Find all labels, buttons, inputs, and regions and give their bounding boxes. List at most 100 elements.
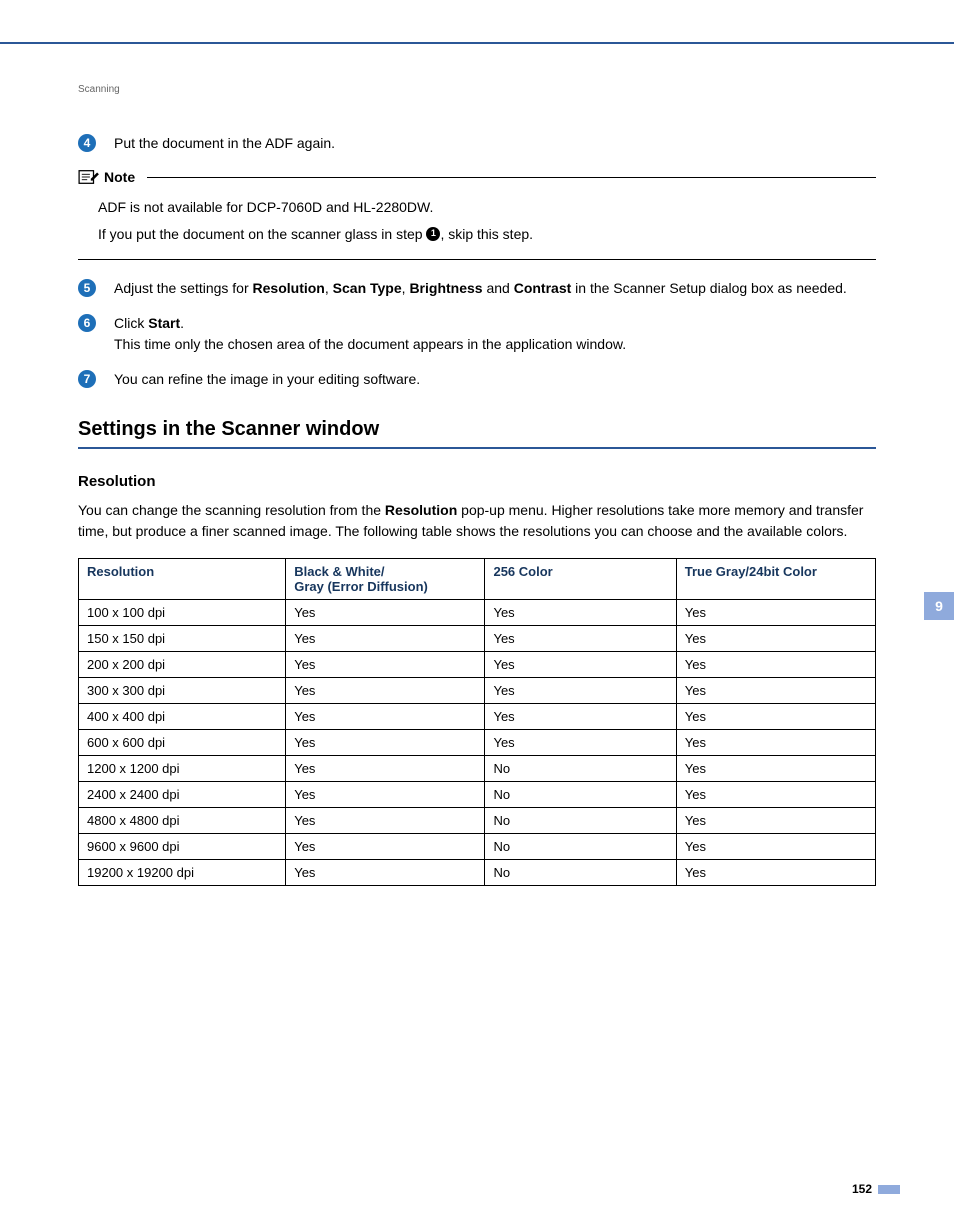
- step-text: You can refine the image in your editing…: [114, 369, 876, 390]
- table-row: 300 x 300 dpiYesYesYes: [79, 678, 876, 704]
- table-row: 400 x 400 dpiYesYesYes: [79, 704, 876, 730]
- table-cell: 2400 x 2400 dpi: [79, 782, 286, 808]
- text: ,: [325, 280, 333, 296]
- table-cell: Yes: [676, 756, 875, 782]
- table-cell: Yes: [286, 834, 485, 860]
- table-cell: Yes: [485, 730, 676, 756]
- bold: Brightness: [409, 280, 482, 296]
- table-cell: 9600 x 9600 dpi: [79, 834, 286, 860]
- text: in the Scanner Setup dialog box as neede…: [571, 280, 847, 296]
- note-line-2b: , skip this step.: [440, 226, 533, 242]
- table-cell: Yes: [286, 678, 485, 704]
- section-heading: Settings in the Scanner window: [78, 418, 876, 449]
- table-cell: Yes: [676, 652, 875, 678]
- note-body: ADF is not available for DCP-7060D and H…: [78, 192, 876, 260]
- table-cell: No: [485, 756, 676, 782]
- bold: Resolution: [385, 502, 457, 518]
- text: Click: [114, 315, 148, 331]
- step-text: Click Start. This time only the chosen a…: [114, 313, 876, 355]
- note-pencil-icon: [78, 168, 100, 186]
- table-cell: Yes: [286, 704, 485, 730]
- th-256: 256 Color: [485, 559, 676, 600]
- page-number-bar: [878, 1185, 900, 1194]
- bold: Resolution: [253, 280, 325, 296]
- table-cell: Yes: [676, 678, 875, 704]
- table-cell: Yes: [676, 704, 875, 730]
- table-row: 100 x 100 dpiYesYesYes: [79, 600, 876, 626]
- table-cell: No: [485, 808, 676, 834]
- step-5: 5 Adjust the settings for Resolution, Sc…: [78, 278, 876, 299]
- table-cell: Yes: [676, 600, 875, 626]
- table-cell: 300 x 300 dpi: [79, 678, 286, 704]
- table-cell: 100 x 100 dpi: [79, 600, 286, 626]
- table-row: 1200 x 1200 dpiYesNoYes: [79, 756, 876, 782]
- chapter-thumb-tab: 9: [924, 592, 954, 620]
- th-bw: Black & White/ Gray (Error Diffusion): [286, 559, 485, 600]
- step-7: 7 You can refine the image in your editi…: [78, 369, 876, 390]
- note-block: Note ADF is not available for DCP-7060D …: [78, 168, 876, 260]
- bold: Contrast: [514, 280, 572, 296]
- table-cell: Yes: [485, 678, 676, 704]
- step-number-badge: 4: [78, 134, 96, 152]
- resolution-table: Resolution Black & White/ Gray (Error Di…: [78, 558, 876, 886]
- table-cell: Yes: [676, 808, 875, 834]
- table-cell: Yes: [676, 782, 875, 808]
- step-text: Adjust the settings for Resolution, Scan…: [114, 278, 876, 299]
- bold: Scan Type: [333, 280, 402, 296]
- text: You can change the scanning resolution f…: [78, 502, 385, 518]
- table-row: 600 x 600 dpiYesYesYes: [79, 730, 876, 756]
- table-row: 2400 x 2400 dpiYesNoYes: [79, 782, 876, 808]
- text: .: [180, 315, 184, 331]
- note-header: Note: [78, 168, 876, 186]
- subsection-heading: Resolution: [78, 473, 876, 490]
- table-cell: No: [485, 782, 676, 808]
- note-line-2a: If you put the document on the scanner g…: [98, 226, 426, 242]
- table-cell: Yes: [286, 860, 485, 886]
- table-cell: Yes: [485, 626, 676, 652]
- step-ref-bullet: 1: [426, 227, 440, 241]
- step-6: 6 Click Start. This time only the chosen…: [78, 313, 876, 355]
- bold: Start: [148, 315, 180, 331]
- table-cell: 200 x 200 dpi: [79, 652, 286, 678]
- step-4: 4 Put the document in the ADF again.: [78, 133, 876, 154]
- paragraph: You can change the scanning resolution f…: [78, 500, 876, 542]
- page-number: 152: [852, 1182, 872, 1196]
- table-cell: Yes: [485, 652, 676, 678]
- table-header-row: Resolution Black & White/ Gray (Error Di…: [79, 559, 876, 600]
- note-rule: [147, 177, 876, 178]
- note-line-1: ADF is not available for DCP-7060D and H…: [98, 194, 876, 221]
- table-cell: Yes: [286, 652, 485, 678]
- th-true: True Gray/24bit Color: [676, 559, 875, 600]
- table-cell: 19200 x 19200 dpi: [79, 860, 286, 886]
- table-row: 150 x 150 dpiYesYesYes: [79, 626, 876, 652]
- table-cell: Yes: [286, 756, 485, 782]
- table-row: 19200 x 19200 dpiYesNoYes: [79, 860, 876, 886]
- running-head: Scanning: [78, 84, 876, 95]
- step-number-badge: 7: [78, 370, 96, 388]
- table-cell: 400 x 400 dpi: [79, 704, 286, 730]
- th-resolution: Resolution: [79, 559, 286, 600]
- table-cell: Yes: [286, 808, 485, 834]
- page-number-wrap: 152: [852, 1182, 900, 1196]
- table-row: 4800 x 4800 dpiYesNoYes: [79, 808, 876, 834]
- table-cell: Yes: [286, 600, 485, 626]
- table-cell: No: [485, 860, 676, 886]
- table-cell: Yes: [286, 626, 485, 652]
- table-cell: 4800 x 4800 dpi: [79, 808, 286, 834]
- step-number-badge: 6: [78, 314, 96, 332]
- table-cell: 150 x 150 dpi: [79, 626, 286, 652]
- top-border: [0, 0, 954, 44]
- step-text: Put the document in the ADF again.: [114, 133, 876, 154]
- text: and: [483, 280, 514, 296]
- table-cell: Yes: [286, 782, 485, 808]
- text: Adjust the settings for: [114, 280, 253, 296]
- table-cell: Yes: [286, 730, 485, 756]
- table-row: 9600 x 9600 dpiYesNoYes: [79, 834, 876, 860]
- table-cell: Yes: [676, 860, 875, 886]
- table-cell: 600 x 600 dpi: [79, 730, 286, 756]
- table-cell: Yes: [485, 600, 676, 626]
- note-label: Note: [104, 169, 143, 185]
- table-cell: Yes: [676, 834, 875, 860]
- table-cell: No: [485, 834, 676, 860]
- table-row: 200 x 200 dpiYesYesYes: [79, 652, 876, 678]
